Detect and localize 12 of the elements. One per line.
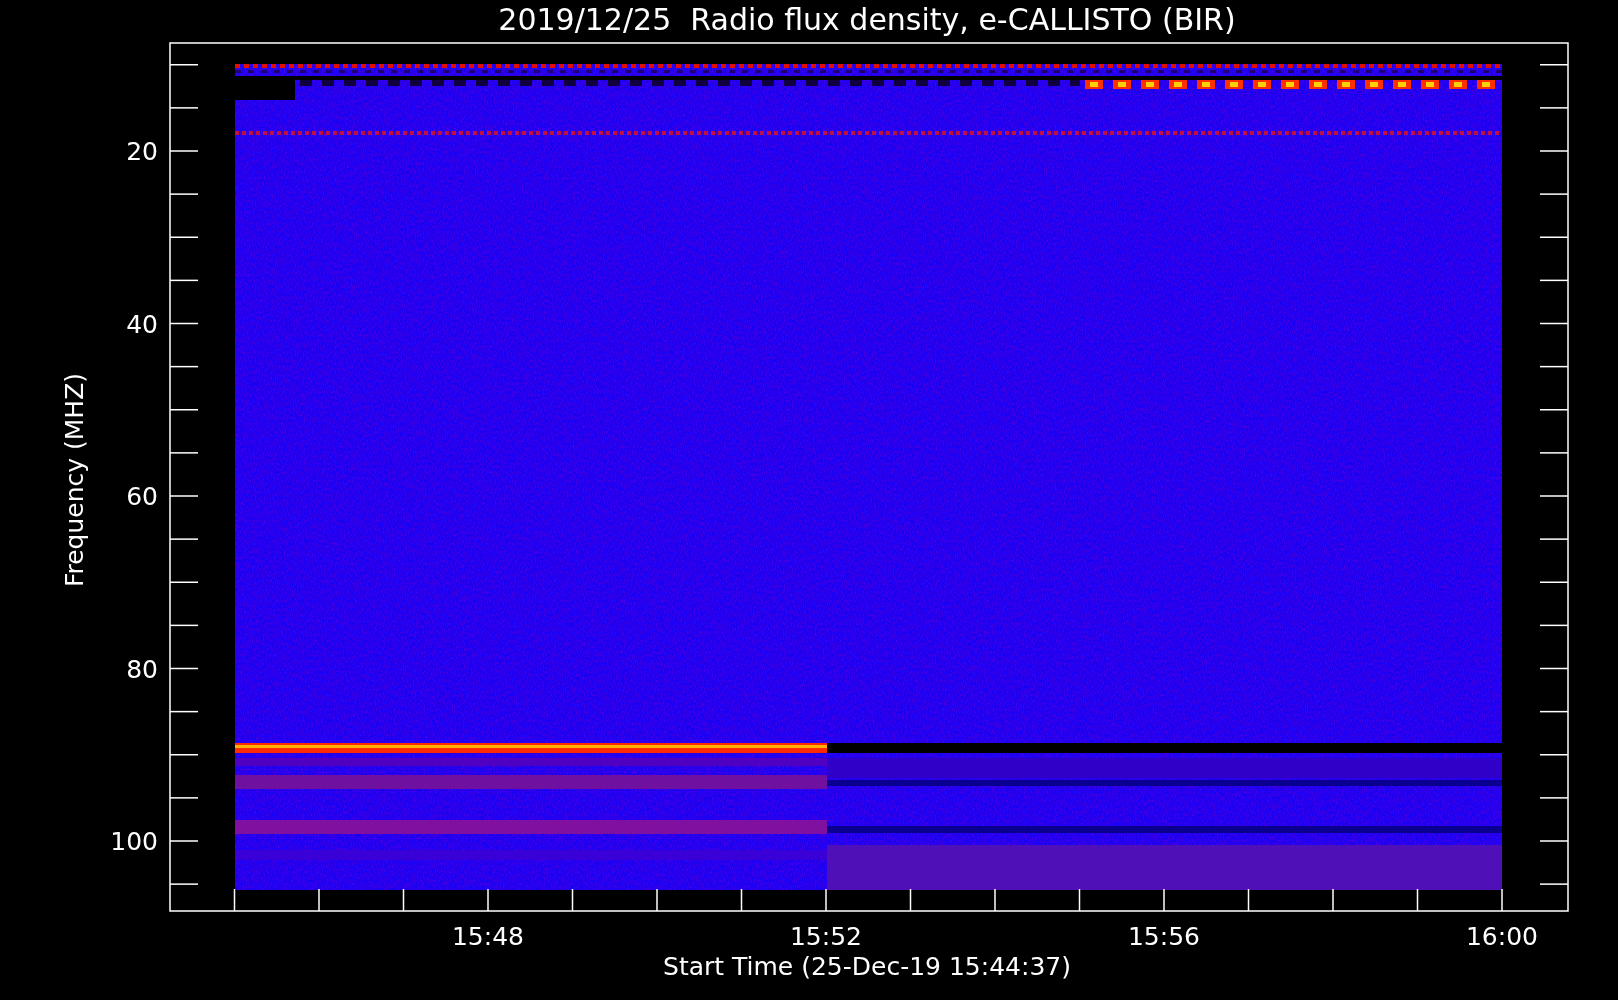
tick-label: 80 [126, 654, 158, 684]
tick-label: 20 [126, 137, 158, 166]
axis-label: Frequency (MHZ) [60, 372, 89, 588]
tick-label: 100 [110, 827, 158, 856]
axis-label: Start Time (25-Dec-19 15:44:37) [663, 952, 1071, 981]
tick-label: 16:00 [1466, 922, 1538, 951]
tick-label: 60 [126, 482, 158, 511]
tick-label: 40 [126, 309, 158, 339]
tick-label: 15:56 [1128, 922, 1200, 951]
tick-label: 15:48 [452, 922, 524, 951]
tick-label: 15:52 [790, 922, 862, 951]
plot-title: 2019/12/25 Radio flux density, e-CALLISTO (BIR) [498, 2, 1236, 37]
